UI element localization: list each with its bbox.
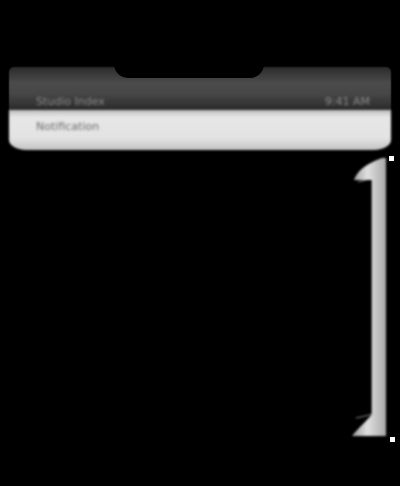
vertical-scroll-rail[interactable] (348, 156, 388, 438)
device-screen: Studio Index 9:41 AM Notification (0, 0, 400, 486)
status-right-text: 9:41 AM (324, 95, 370, 108)
corner-marker-top (389, 156, 394, 161)
notification-header-label: Notification (36, 120, 100, 133)
status-left-text: Studio Index (36, 95, 105, 108)
device-notch (114, 62, 264, 78)
vertical-scroll-rail-icon (352, 158, 386, 436)
corner-marker-bottom (390, 437, 395, 442)
